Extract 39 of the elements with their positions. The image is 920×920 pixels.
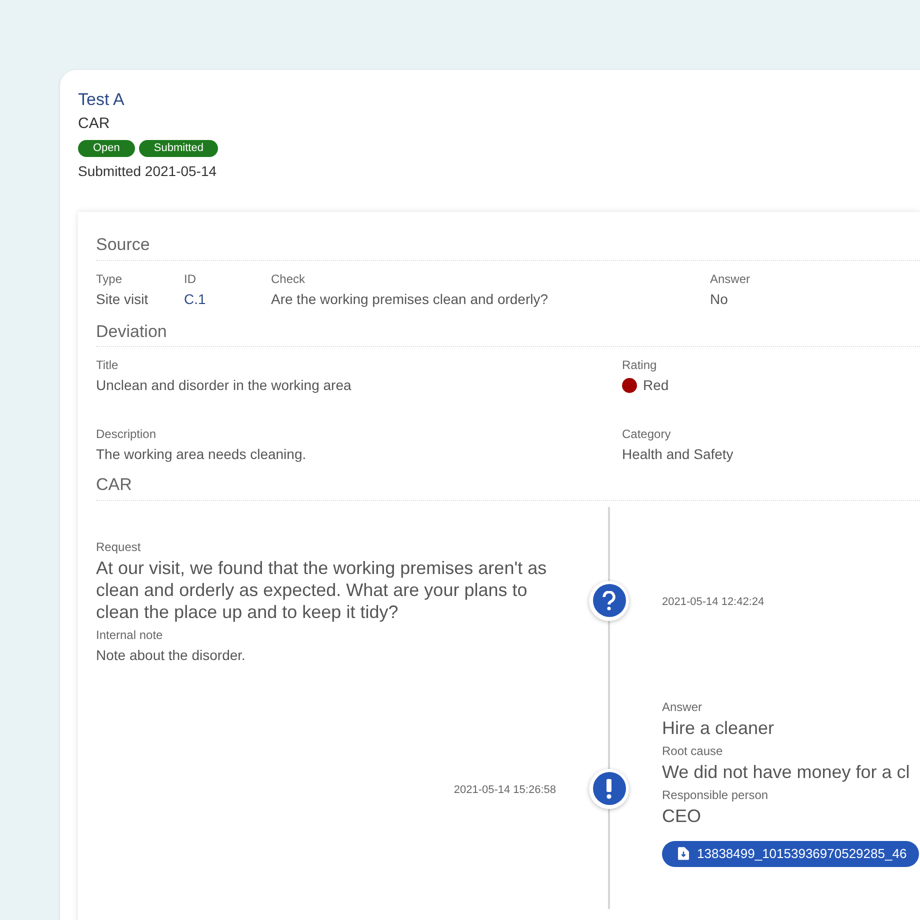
field-value: Health and Safety: [622, 445, 734, 464]
field-label: Internal note: [96, 626, 164, 644]
field-value: At our visit, we found that the working premises aren't as clean and orderly as expected. What are your plans to clean the place up and to keep it tidy?: [96, 556, 548, 622]
field-value: No: [710, 290, 729, 308]
question-icon: [589, 580, 629, 620]
field-label: Answer: [662, 698, 704, 716]
attachment-button[interactable]: 13838499_10153936970529285_46: [662, 840, 919, 866]
field-label: Check: [271, 270, 306, 288]
section-heading: CAR: [96, 472, 920, 500]
exclamation-icon: [589, 768, 629, 808]
record-title: Test A: [78, 89, 126, 111]
section-heading: Deviation: [96, 318, 920, 347]
field-label: Category: [622, 426, 672, 443]
field-value: Site visit: [96, 290, 150, 308]
field-label: Answer: [710, 270, 752, 288]
field-value: We did not have money for a cl: [662, 760, 911, 782]
field-value: Note about the disorder.: [96, 646, 246, 664]
field-label: ID: [184, 270, 197, 288]
timestamp: 2021-05-14 15:26:58: [454, 782, 556, 798]
submitted-date: Submitted 2021-05-14: [78, 162, 218, 181]
status-badge: Submitted: [138, 140, 218, 157]
field-label: Type: [96, 270, 124, 288]
record-type: CAR: [78, 114, 111, 134]
rating-value: Red: [643, 376, 669, 395]
field-label: Title: [96, 357, 120, 374]
field-value: The working area needs cleaning.: [96, 445, 308, 464]
file-download-icon: [678, 847, 689, 860]
field-label: Request: [96, 538, 142, 556]
timestamp: 2021-05-14 12:42:24: [662, 594, 764, 610]
field-value: Hire a cleaner: [662, 716, 776, 738]
field-label: Root cause: [662, 742, 724, 760]
status-badge: Open: [78, 140, 135, 157]
section-heading: Source: [96, 232, 920, 260]
field-label: Responsible person: [662, 786, 770, 804]
field-value: Unclean and disorder in the working area: [96, 376, 352, 395]
field-value: CEO: [662, 804, 702, 826]
field-label: Rating: [622, 357, 658, 374]
field-value: Are the working premises clean and orderly?: [271, 290, 550, 308]
field-label: Description: [96, 426, 158, 443]
